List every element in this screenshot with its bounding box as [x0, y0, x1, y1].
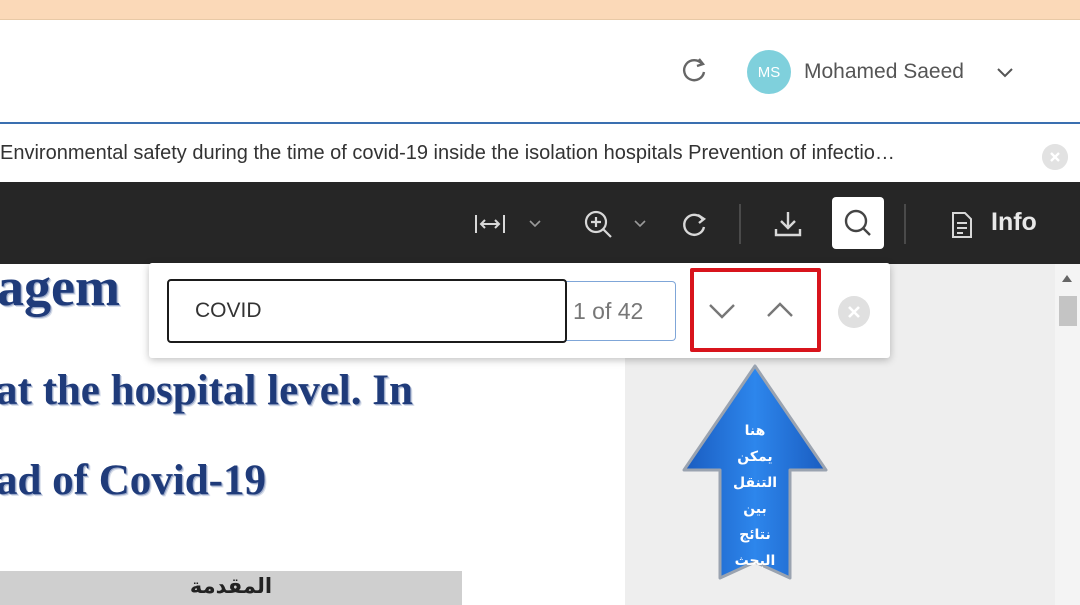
search-icon	[844, 209, 871, 236]
fit-width-icon[interactable]	[473, 212, 507, 236]
callout-line: يمكن	[737, 449, 773, 465]
navigation-highlight-box	[690, 268, 821, 352]
search-button[interactable]	[832, 197, 884, 249]
document-text-line: at the hospital level. In	[0, 367, 413, 414]
document-text-line: ad of Covid-19	[0, 457, 266, 504]
find-input[interactable]	[167, 279, 567, 343]
download-icon[interactable]	[772, 209, 804, 239]
refresh-icon[interactable]	[679, 55, 709, 85]
zoom-in-icon[interactable]	[582, 208, 614, 240]
toolbar-divider	[904, 204, 906, 244]
find-result-count: 1 of 42	[573, 298, 644, 324]
callout-line: نتائج	[739, 527, 771, 543]
toolbar-divider	[739, 204, 741, 244]
scroll-up-arrow-icon[interactable]	[1062, 275, 1072, 282]
info-document-icon[interactable]	[949, 210, 975, 240]
avatar[interactable]: MS	[747, 50, 791, 94]
callout-line: بين	[743, 501, 767, 517]
callout-line: هنا	[744, 423, 766, 439]
callout-text: هنا يمكن التنقل بين نتائج البحث	[720, 418, 790, 574]
zoom-chevron-icon[interactable]	[632, 217, 648, 231]
browser-top-strip	[0, 0, 1080, 20]
callout-line: البحث	[734, 553, 776, 569]
document-title-bar: Environmental safety during the time of …	[0, 126, 1080, 182]
user-name[interactable]: Mohamed Saeed	[804, 60, 964, 84]
clear-search-icon[interactable]	[838, 296, 870, 328]
section-heading: المقدمة	[189, 574, 273, 598]
callout-line: التنقل	[732, 475, 778, 491]
info-button-label[interactable]: Info	[991, 208, 1037, 237]
clear-title-icon[interactable]	[1042, 144, 1068, 170]
document-title: Environmental safety during the time of …	[0, 142, 895, 164]
app-window: MS Mohamed Saeed Environmental safety du…	[0, 0, 1080, 605]
rotate-icon[interactable]	[679, 210, 709, 240]
scrollbar-thumb[interactable]	[1059, 296, 1077, 326]
fit-width-chevron-icon[interactable]	[527, 217, 543, 231]
chevron-down-icon[interactable]	[994, 62, 1016, 82]
document-text-line: agem	[0, 257, 120, 317]
